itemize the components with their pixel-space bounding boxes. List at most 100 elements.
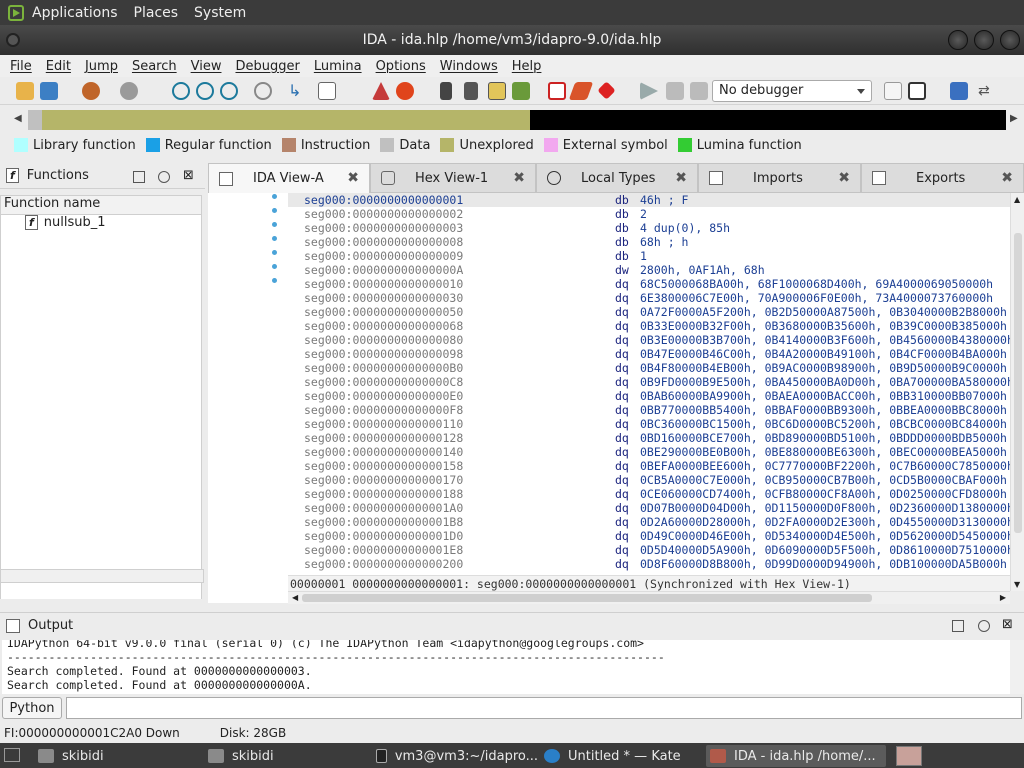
graph-icon[interactable]: [372, 82, 390, 100]
close-button[interactable]: [1000, 30, 1020, 50]
menu-file[interactable]: File: [10, 59, 32, 74]
menu-jump[interactable]: Jump: [85, 59, 118, 74]
jump-icon[interactable]: ↳: [288, 82, 306, 100]
tab-imports[interactable]: Imports ✖: [698, 163, 861, 193]
disasm-line[interactable]: seg000:0000000000000001 db 46h ; F: [288, 193, 1010, 207]
more-icon[interactable]: ⇄: [978, 82, 996, 100]
window-menu-icon[interactable]: [6, 33, 20, 47]
disasm-line[interactable]: seg000:00000000000000B0 dq 0B4F80000B4EB00…: [288, 361, 1010, 375]
remove-breakpoint-icon[interactable]: [597, 81, 616, 100]
menu-lumina[interactable]: Lumina: [314, 59, 362, 74]
disasm-line[interactable]: seg000:0000000000000003 db 4 dup(0), 85h: [288, 221, 1010, 235]
task-terminal[interactable]: vm3@vm3:~/idapro...: [372, 745, 538, 767]
restore-icon[interactable]: [158, 171, 170, 183]
disasm-line[interactable]: seg000:0000000000000098 dq 0B47E0000B46C00…: [288, 347, 1010, 361]
disasm-vscroll[interactable]: ▲ ▼: [1010, 193, 1024, 591]
nav-left-arrow-icon[interactable]: ◀: [14, 113, 22, 124]
disasm-line[interactable]: seg000:00000000000001B8 dq 0D2A60000D28000…: [288, 515, 1010, 529]
disasm-line[interactable]: seg000:0000000000000068 dq 0B33E0000B32F00…: [288, 319, 1010, 333]
forward-icon[interactable]: [120, 82, 138, 100]
patch-icon[interactable]: [568, 82, 594, 100]
names-icon[interactable]: [464, 82, 478, 100]
python-button[interactable]: Python: [2, 697, 62, 719]
disasm-line[interactable]: seg000:0000000000000128 dq 0BD160000BCE700…: [288, 431, 1010, 445]
disasm-line[interactable]: seg000:0000000000000002 db 2: [288, 207, 1010, 221]
output-vscroll[interactable]: [1010, 640, 1024, 694]
create-function-icon[interactable]: [172, 82, 190, 100]
navigation-band[interactable]: [28, 110, 1006, 130]
strings-icon[interactable]: [488, 82, 506, 100]
close-icon[interactable]: ⊠: [183, 168, 194, 183]
close-icon[interactable]: ✖: [838, 170, 850, 186]
disasm-line[interactable]: seg000:0000000000000009 db 1: [288, 249, 1010, 263]
disasm-line[interactable]: seg000:00000000000001E8 dq 0D5D40000D5A900…: [288, 543, 1010, 557]
task-skibidi-1[interactable]: skibidi: [34, 745, 194, 767]
hscroll-thumb[interactable]: [302, 594, 872, 602]
back-icon[interactable]: [82, 82, 100, 100]
disasm-line[interactable]: seg000:0000000000000170 dq 0CB5A0000C7E000…: [288, 473, 1010, 487]
menu-debugger[interactable]: Debugger: [235, 59, 299, 74]
close-icon[interactable]: ⊠: [1002, 617, 1013, 632]
disasm-line[interactable]: seg000:0000000000000110 dq 0BC360000BC1500…: [288, 417, 1010, 431]
list-item[interactable]: f nullsub_1: [25, 215, 106, 230]
menu-search[interactable]: Search: [132, 59, 177, 74]
c-icon[interactable]: [884, 82, 902, 100]
code-icon[interactable]: [196, 82, 214, 100]
decompile-icon[interactable]: [908, 82, 926, 100]
functions-hscroll[interactable]: [0, 569, 204, 583]
vscroll-thumb[interactable]: [1014, 233, 1022, 533]
nav-right-arrow-icon[interactable]: ▶: [1010, 113, 1018, 124]
close-icon[interactable]: ✖: [513, 170, 525, 186]
menu-edit[interactable]: Edit: [46, 59, 71, 74]
text-icon[interactable]: [318, 82, 336, 100]
close-icon[interactable]: ✖: [347, 170, 359, 186]
data-icon[interactable]: [220, 82, 238, 100]
tab-hex-view[interactable]: Hex View-1 ✖: [370, 163, 536, 193]
column-function-name[interactable]: Function name: [0, 195, 202, 215]
app-menu-icon[interactable]: [8, 4, 24, 21]
disasm-line[interactable]: seg000:00000000000000C8 dq 0B9FD0000B9E500…: [288, 375, 1010, 389]
menu-applications[interactable]: Applications: [32, 5, 118, 21]
tab-exports[interactable]: Exports ✖: [861, 163, 1024, 193]
disasm-line[interactable]: seg000:0000000000000050 dq 0A72F0000A5F200…: [288, 305, 1010, 319]
close-icon[interactable]: ✖: [675, 170, 687, 186]
disasm-line[interactable]: seg000:00000000000001A0 dq 0D07B0000D04D00…: [288, 501, 1010, 515]
task-kate[interactable]: Untitled * — Kate: [540, 745, 704, 767]
disasm-line[interactable]: seg000:0000000000000140 dq 0BE290000BE0B00…: [288, 445, 1010, 459]
open-icon[interactable]: [16, 82, 34, 100]
disasm-line[interactable]: seg000:0000000000000188 dq 0CE060000CD7400…: [288, 487, 1010, 501]
disassembly-view[interactable]: seg000:0000000000000001 db 46h ; Fseg000:0…: [288, 193, 1010, 575]
save-icon[interactable]: [40, 82, 58, 100]
disasm-line[interactable]: seg000:0000000000000158 dq 0BEFA0000BEE600…: [288, 459, 1010, 473]
python-command-input[interactable]: [66, 697, 1022, 719]
disasm-line[interactable]: seg000:0000000000000010 dq 68C5000068BA00h…: [288, 277, 1010, 291]
breakpoint-icon[interactable]: [548, 82, 566, 100]
menu-help[interactable]: Help: [512, 59, 542, 74]
tab-ida-view-a[interactable]: IDA View-A ✖: [208, 163, 370, 193]
float-icon[interactable]: [952, 620, 964, 632]
stop-icon[interactable]: [396, 82, 414, 100]
menu-view[interactable]: View: [191, 59, 222, 74]
run-icon[interactable]: [640, 82, 658, 100]
tab-local-types[interactable]: Local Types ✖: [536, 163, 698, 193]
undefine-icon[interactable]: [254, 82, 272, 100]
restore-icon[interactable]: [978, 620, 990, 632]
task-ida[interactable]: IDA - ida.hlp /home/...: [706, 745, 886, 767]
close-icon[interactable]: ✖: [1001, 170, 1013, 186]
disasm-line[interactable]: seg000:00000000000000F8 dq 0BB770000BB5400…: [288, 403, 1010, 417]
disasm-hscroll[interactable]: ◀ ▶: [288, 591, 1010, 604]
disasm-line[interactable]: seg000:00000000000000E0 dq 0BAB60000BA9900…: [288, 389, 1010, 403]
minimize-button[interactable]: [948, 30, 968, 50]
disasm-line[interactable]: seg000:0000000000000200 dq 0D8F60000D8B800…: [288, 557, 1010, 571]
stop-debug-icon[interactable]: [690, 82, 708, 100]
maximize-button[interactable]: [974, 30, 994, 50]
segments-icon[interactable]: [440, 82, 452, 100]
menu-places[interactable]: Places: [134, 5, 179, 21]
output-log[interactable]: IDAPython 64-bit v9.0.0 final (serial 0)…: [2, 640, 1010, 694]
menu-windows[interactable]: Windows: [440, 59, 498, 74]
workspace-switcher[interactable]: [896, 746, 922, 766]
disasm-line[interactable]: seg000:000000000000000A dw 2800h, 0AF1Ah, …: [288, 263, 1010, 277]
debugger-select[interactable]: No debugger: [712, 80, 872, 102]
disasm-line[interactable]: seg000:0000000000000080 dq 0B3E00000B3B700…: [288, 333, 1010, 347]
show-desktop-icon[interactable]: [4, 748, 20, 762]
